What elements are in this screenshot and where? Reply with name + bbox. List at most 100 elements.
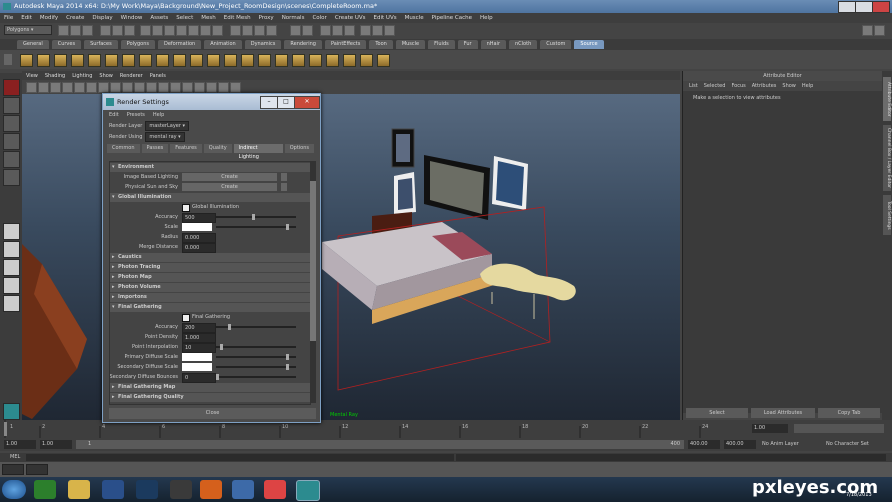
tab-indirect-lighting[interactable]: Indirect Lighting [233, 144, 283, 160]
render-using-select[interactable]: mental ray ▾ [145, 131, 185, 142]
ae-menu-attributes[interactable]: Attributes [752, 83, 777, 89]
menu-create[interactable]: Create [66, 15, 84, 21]
ibl-create-button[interactable]: Create [182, 173, 277, 181]
fg-secondary-swatch[interactable] [182, 363, 212, 371]
single-layout-icon[interactable] [3, 223, 20, 240]
anim-layer-selector[interactable]: No Anim Layer [762, 440, 814, 449]
minimized-window-2[interactable] [26, 464, 48, 475]
menu-edit-uvs[interactable]: Edit UVs [374, 15, 397, 21]
menu-normals[interactable]: Normals [282, 15, 305, 21]
section-global-illumination[interactable]: ▾ Global Illumination [110, 193, 310, 202]
start-button-icon[interactable] [2, 480, 26, 499]
image-plane-icon[interactable] [50, 82, 61, 93]
save-scene-icon[interactable] [82, 25, 93, 36]
fg-bounces-field[interactable]: 0 [182, 373, 216, 383]
move-tool-icon[interactable] [3, 133, 20, 150]
ae-menu-help[interactable]: Help [802, 83, 813, 89]
new-scene-icon[interactable] [58, 25, 69, 36]
menu-help[interactable]: Help [480, 15, 493, 21]
shelf-tool-22-icon[interactable] [377, 54, 390, 67]
shelf-tool-3-icon[interactable] [54, 54, 67, 67]
menu-assets[interactable]: Assets [150, 15, 168, 21]
section-fg-quality[interactable]: ▸ Final Gathering Quality [110, 393, 310, 402]
slider-knob[interactable] [220, 344, 223, 350]
fg-primary-slider[interactable] [216, 354, 296, 360]
range-slider-bar[interactable]: 1 400 [76, 440, 684, 449]
snap-grid-icon[interactable] [230, 25, 241, 36]
shelf-tab-ncloth[interactable]: nCloth [509, 40, 538, 49]
shelf-tab-surfaces[interactable]: Surfaces [84, 40, 118, 49]
rotate-tool-icon[interactable] [3, 151, 20, 168]
smooth-shade-icon[interactable] [146, 82, 157, 93]
shelf-tool-16-icon[interactable] [275, 54, 288, 67]
fg-checkbox[interactable] [182, 314, 190, 322]
maya-taskbar-icon[interactable] [296, 480, 320, 501]
shelf-tab-polygons[interactable]: Polygons [120, 40, 155, 49]
section-photon-tracing[interactable]: ▸ Photon Tracing [110, 263, 310, 272]
gi-checkbox[interactable] [182, 204, 190, 212]
slider-knob[interactable] [228, 324, 231, 330]
mel-input[interactable] [26, 454, 454, 461]
firefox-icon[interactable] [200, 480, 222, 499]
shelf-tool-11-icon[interactable] [190, 54, 203, 67]
shelf-tool-10-icon[interactable] [173, 54, 186, 67]
fg-interp-slider[interactable] [216, 344, 296, 350]
dialog-minimize-button[interactable]: – [260, 96, 278, 109]
menu-pipeline-cache[interactable]: Pipeline Cache [432, 15, 472, 21]
shelf-tool-17-icon[interactable] [292, 54, 305, 67]
section-final-gathering[interactable]: ▾ Final Gathering [110, 303, 310, 312]
menu-edit-mesh[interactable]: Edit Mesh [224, 15, 251, 21]
anim-end-field[interactable]: 400.00 [724, 440, 756, 449]
input-field-icon[interactable] [372, 25, 383, 36]
slider-knob[interactable] [286, 354, 289, 360]
render-settings-icon[interactable] [344, 25, 355, 36]
menu-proxy[interactable]: Proxy [259, 15, 274, 21]
shelf-tool-18-icon[interactable] [309, 54, 322, 67]
mask-icon[interactable] [140, 25, 151, 36]
shelf-tool-2-icon[interactable] [37, 54, 50, 67]
gi-scale-slider[interactable] [216, 224, 296, 230]
dialog-maximize-button[interactable]: □ [277, 96, 295, 109]
side-tab-attribute-editor[interactable]: Attribute Editor [883, 77, 891, 121]
close-window-button[interactable] [872, 1, 890, 13]
generic-app-icon[interactable] [170, 480, 192, 499]
ae-menu-selected[interactable]: Selected [704, 83, 726, 89]
section-importons[interactable]: ▸ Importons [110, 293, 310, 302]
tab-common[interactable]: Common [107, 144, 140, 153]
four-layout-icon[interactable] [3, 241, 20, 258]
dialog-titlebar[interactable]: Render Settings – □ ✕ [103, 94, 320, 110]
current-frame-field[interactable]: 1.00 [752, 424, 788, 433]
tab-quality[interactable]: Quality [203, 144, 232, 153]
dialog-close-button[interactable]: ✕ [294, 96, 320, 109]
dialog-menu-edit[interactable]: Edit [109, 112, 119, 118]
select-tool-icon[interactable] [3, 79, 20, 96]
fg-bounces-slider[interactable] [216, 374, 296, 380]
maximize-button[interactable] [855, 1, 873, 13]
safe-action-icon[interactable] [122, 82, 133, 93]
section-caustics[interactable]: ▸ Caustics [110, 253, 310, 262]
dialog-close-bottom-button[interactable]: Close [109, 408, 316, 419]
shelf-tab-muscle[interactable]: Muscle [395, 40, 426, 49]
character-set-selector[interactable]: No Character Set [826, 440, 882, 449]
minimized-window-1[interactable] [2, 464, 24, 475]
history-icon[interactable] [290, 25, 301, 36]
slider-knob[interactable] [252, 214, 255, 220]
viewport-menu-show[interactable]: Show [99, 73, 113, 79]
shelf-tool-21-icon[interactable] [360, 54, 373, 67]
eye-app-icon[interactable] [136, 480, 158, 499]
playback-controls[interactable] [794, 424, 884, 433]
shelf-tool-13-icon[interactable] [224, 54, 237, 67]
shelf-tab-fluids[interactable]: Fluids [428, 40, 455, 49]
input-mode-icon[interactable] [384, 25, 395, 36]
explorer-folder-icon[interactable] [68, 480, 90, 499]
side-layout-icon[interactable] [3, 259, 20, 276]
isolate-icon[interactable] [230, 82, 241, 93]
chrome-icon[interactable] [264, 480, 286, 499]
ae-select-button[interactable]: Select [686, 408, 748, 418]
mask-dynamics-icon[interactable] [200, 25, 211, 36]
input-ops-icon[interactable] [302, 25, 313, 36]
current-frame-marker[interactable] [4, 422, 7, 436]
module-selector[interactable]: Polygons ▾ [4, 25, 52, 35]
shelf-tab-fur[interactable]: Fur [457, 40, 478, 49]
ae-load-attributes-button[interactable]: Load Attributes [751, 408, 815, 418]
